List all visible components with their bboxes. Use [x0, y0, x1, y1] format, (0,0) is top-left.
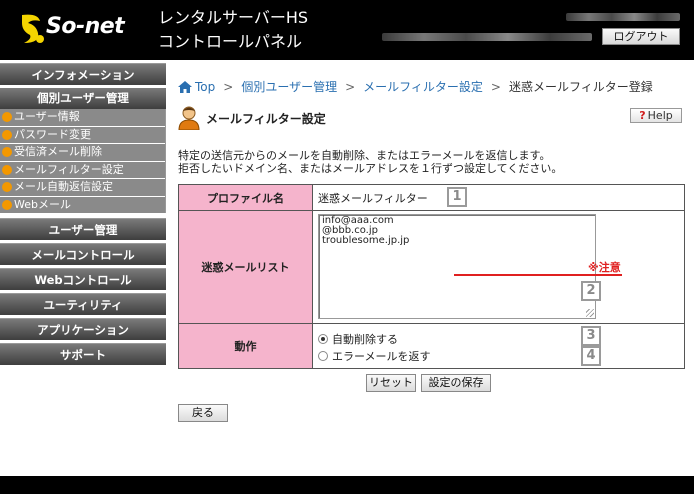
app-title-line1: レンタルサーバーHS	[158, 8, 309, 27]
sidebar-sub-mail-filter[interactable]: メールフィルター設定	[0, 161, 165, 178]
list-row: 迷惑メールリスト info@aaa.com @bbb.co.jp trouble…	[178, 210, 685, 324]
sub-item-label: Webメール	[14, 197, 71, 211]
help-button[interactable]: ? Help	[630, 108, 682, 123]
sub-item-label: パスワード変更	[14, 127, 91, 141]
blocked-list-textarea[interactable]: info@aaa.com @bbb.co.jp troublesome.jp.j…	[318, 214, 596, 319]
sidebar-sub-webmail[interactable]: Webメール	[0, 196, 165, 213]
sidebar-sub-delete-mail[interactable]: 受信済メール削除	[0, 144, 165, 161]
sidebar-item-personal-user[interactable]: 個別ユーザー管理	[0, 88, 166, 109]
profile-value[interactable]: 迷惑メールフィルター	[318, 192, 428, 205]
app-title-line2: コントロールパネル	[158, 32, 303, 51]
brand-logo: So-net	[46, 14, 125, 39]
action-row: 動作 自動削除する エラーメールを返す 3 4	[178, 323, 685, 369]
header-bar: So-net レンタルサーバーHS コントロールパネル ログアウト	[0, 0, 694, 60]
sidebar-sub-auto-reply[interactable]: メール自動返信設定	[0, 179, 165, 196]
sidebar-sub-user-info[interactable]: ユーザー情報	[0, 109, 165, 126]
sidebar-sub-password[interactable]: パスワード変更	[0, 126, 165, 143]
logout-button[interactable]: ログアウト	[602, 28, 680, 45]
breadcrumb: Top > 個別ユーザー管理 > メールフィルター設定 > 迷惑メールフィルター…	[178, 78, 653, 95]
sidebar-item-user-management[interactable]: ユーザー管理	[0, 218, 166, 240]
bullet-icon	[2, 164, 12, 175]
sidebar-item-application[interactable]: アプリケーション	[0, 318, 166, 340]
so-net-logo-icon	[22, 14, 44, 43]
bullet-icon	[2, 129, 12, 140]
caution-underline	[454, 274, 622, 276]
step-badge-4: 4	[581, 346, 601, 366]
profile-row: プロファイル名 迷惑メールフィルター 1	[178, 184, 685, 211]
help-label: Help	[647, 109, 673, 122]
reset-button[interactable]: リセット	[366, 374, 416, 392]
list-entry: troublesome.jp.jp	[322, 235, 410, 246]
chevron-right-icon: >	[223, 79, 234, 94]
blurred-account-info	[566, 13, 680, 21]
filter-form-table: プロファイル名 迷惑メールフィルター 1 迷惑メールリスト info@aaa.c…	[178, 184, 685, 369]
breadcrumb-filter-link[interactable]: メールフィルター設定	[363, 78, 483, 95]
option-auto-delete-label: 自動削除する	[332, 333, 398, 346]
chevron-right-icon: >	[345, 79, 356, 94]
caution-note: ※注意	[588, 261, 621, 274]
profile-label: プロファイル名	[178, 184, 313, 211]
sidebar-item-support[interactable]: サポート	[0, 343, 166, 365]
option-error-reply-label: エラーメールを返す	[332, 350, 431, 363]
description-line2: 拒否したいドメイン名、またはメールアドレスを１行ずつ設定してください。	[178, 162, 563, 175]
footer-bar	[0, 476, 694, 494]
page-title: メールフィルター設定	[206, 111, 326, 126]
bullet-icon	[2, 182, 12, 193]
action-label: 動作	[178, 323, 313, 369]
radio-selected-icon[interactable]	[318, 334, 328, 344]
breadcrumb-top-link[interactable]: Top	[195, 80, 215, 94]
chevron-right-icon: >	[490, 79, 501, 94]
bullet-icon	[2, 112, 12, 123]
option-auto-delete[interactable]: 自動削除する	[318, 331, 684, 348]
sidebar-item-web-control[interactable]: Webコントロール	[0, 268, 166, 290]
sub-item-label: メールフィルター設定	[14, 162, 124, 176]
radio-unselected-icon[interactable]	[318, 351, 328, 361]
app-title: レンタルサーバーHS コントロールパネル	[158, 6, 308, 54]
user-icon	[178, 106, 200, 130]
question-icon: ?	[639, 109, 646, 122]
action-value-cell: 自動削除する エラーメールを返す 3 4	[312, 323, 685, 369]
back-button[interactable]: 戻る	[178, 404, 228, 422]
profile-value-cell: 迷惑メールフィルター 1	[312, 184, 685, 211]
list-value-cell: info@aaa.com @bbb.co.jp troublesome.jp.j…	[312, 210, 685, 324]
sub-item-label: 受信済メール削除	[14, 145, 102, 159]
page-heading: メールフィルター設定	[178, 106, 326, 130]
step-badge-1: 1	[447, 187, 467, 207]
step-badge-2: 2	[581, 281, 601, 301]
step-badge-3: 3	[581, 326, 601, 346]
sidebar-item-utility[interactable]: ユーティリティ	[0, 293, 166, 315]
resize-handle-icon[interactable]	[586, 309, 594, 317]
breadcrumb-personal-link[interactable]: 個別ユーザー管理	[241, 78, 337, 95]
bullet-icon	[2, 199, 12, 210]
sidebar-item-information[interactable]: インフォメーション	[0, 63, 166, 85]
sidebar-sub-list: ユーザー情報 パスワード変更 受信済メール削除 メールフィルター設定 メール自動…	[0, 109, 166, 213]
save-settings-button[interactable]: 設定の保存	[421, 374, 491, 392]
blurred-user-info	[382, 33, 592, 41]
page-description: 特定の送信元からのメールを自動削除、またはエラーメールを返信します。 拒否したい…	[178, 149, 562, 175]
bullet-icon	[2, 147, 12, 158]
list-label: 迷惑メールリスト	[178, 210, 313, 324]
home-icon	[178, 80, 192, 93]
breadcrumb-current: 迷惑メールフィルター登録	[508, 80, 653, 94]
sidebar-item-mail-control[interactable]: メールコントロール	[0, 243, 166, 265]
sub-item-label: ユーザー情報	[14, 110, 80, 124]
sidebar: インフォメーション 個別ユーザー管理 ユーザー情報 パスワード変更 受信済メール…	[0, 60, 166, 368]
option-error-reply[interactable]: エラーメールを返す	[318, 348, 684, 365]
sub-item-label: メール自動返信設定	[14, 180, 113, 194]
description-line1: 特定の送信元からのメールを自動削除、またはエラーメールを返信します。	[178, 149, 551, 162]
